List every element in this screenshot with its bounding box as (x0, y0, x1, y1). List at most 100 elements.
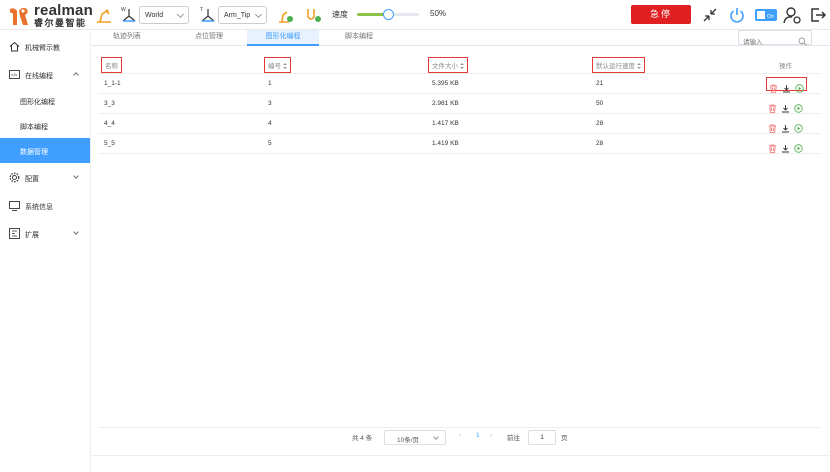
sidebar-item-script-programming[interactable]: 脚本编程 (0, 113, 90, 138)
pagination-total: 共 4 条 (352, 435, 373, 442)
tab-graphical-programming[interactable]: 图形化编程 (247, 30, 319, 46)
row-actions (766, 117, 805, 133)
sidebar-item-label: 图形化编程 (20, 99, 55, 106)
svg-text:T: T (200, 7, 203, 13)
row-actions (766, 97, 805, 113)
footer-divider (91, 455, 830, 456)
column-header-label: 编号 (268, 63, 281, 70)
table-row: 1_1-1 1 5.395 KB 21 (98, 74, 820, 94)
emergency-stop-button[interactable]: 急停 (631, 5, 691, 24)
search-box[interactable] (738, 30, 812, 49)
sidebar-item-label: 配置 (25, 176, 39, 183)
speed-value: 50% (430, 9, 447, 18)
play-icon[interactable] (794, 120, 803, 133)
user-settings-icon[interactable] (782, 5, 802, 25)
play-icon[interactable] (794, 140, 803, 153)
column-header-id[interactable]: 编号 (264, 57, 291, 73)
cell-id: 1 (268, 80, 272, 87)
logout-icon[interactable] (808, 5, 828, 25)
download-icon[interactable] (782, 80, 791, 92)
table-footer-divider (98, 427, 820, 428)
code-icon: </> (9, 69, 20, 80)
search-icon[interactable] (798, 33, 807, 46)
sidebar-item-system-info[interactable]: 系统信息 (0, 193, 90, 219)
mode-toggle[interactable]: On (754, 5, 778, 25)
home-icon (9, 41, 20, 52)
delete-icon[interactable] (768, 140, 777, 153)
tool-frame-icon: T (198, 5, 218, 25)
column-header-default-speed[interactable]: 默认运行速度 (592, 57, 645, 73)
sidebar-item-config[interactable]: 配置 (0, 165, 90, 191)
monitor-icon (9, 200, 20, 211)
download-icon[interactable] (781, 100, 790, 112)
cell-speed: 50 (596, 100, 604, 107)
speed-label: 速度 (332, 10, 348, 19)
speed-slider-handle[interactable] (383, 9, 394, 20)
tab-trajectory-list[interactable]: 轨迹列表 (91, 30, 163, 46)
goto-page-input[interactable]: 1 (528, 430, 556, 445)
next-page-icon[interactable]: › (490, 432, 492, 439)
delete-icon[interactable] (768, 120, 777, 133)
play-icon[interactable] (794, 100, 803, 113)
cell-file-size: 2.981 KB (432, 100, 459, 107)
chevron-down-icon (176, 10, 185, 19)
page-number-current[interactable]: 1 (476, 432, 480, 439)
cell-speed: 28 (596, 120, 604, 127)
sort-icon[interactable] (460, 63, 464, 70)
sidebar-item-arm-teach[interactable]: 机械臂示教 (0, 34, 90, 60)
collapse-icon[interactable] (700, 5, 720, 25)
play-icon[interactable] (795, 80, 804, 93)
search-input[interactable] (739, 36, 794, 49)
table-row: 4_4 4 1.417 KB 28 (98, 114, 820, 134)
tab-script-programming[interactable]: 脚本编程 (323, 30, 395, 46)
sidebar-item-extension[interactable]: 扩展 (0, 221, 90, 247)
table-row: 3_3 3 2.981 KB 50 (98, 94, 820, 114)
svg-text:</>: </> (11, 73, 18, 78)
delete-icon[interactable] (768, 100, 777, 113)
sidebar-item-label: 系统信息 (25, 204, 53, 211)
speed-slider[interactable] (357, 9, 419, 20)
chevron-down-icon (254, 10, 263, 19)
cell-file-size: 1.419 KB (432, 140, 459, 147)
sidebar-item-label: 脚本编程 (20, 124, 48, 131)
brand-name-cn: 睿尔曼智能 (34, 18, 87, 28)
row-actions (766, 137, 805, 153)
sidebar: 机械臂示教 </> 在线编程 图形化编程 脚本编程 数据管理 配置 系统信息 扩… (0, 30, 91, 472)
tab-bar: 轨迹列表 点位管理 图形化编程 脚本编程 (91, 30, 830, 46)
tab-point-management[interactable]: 点位管理 (173, 30, 245, 46)
extension-icon (9, 228, 20, 239)
cell-name: 4_4 (104, 120, 115, 127)
sidebar-item-label: 数据管理 (20, 149, 48, 156)
sidebar-item-online-programming[interactable]: </> 在线编程 (0, 62, 90, 88)
goto-label: 前往 (507, 435, 520, 442)
mode-toggle-label: On (767, 14, 774, 20)
column-header-name[interactable]: 名称 (101, 57, 122, 73)
svg-text:W: W (121, 7, 126, 13)
gripper-status-icon[interactable] (303, 5, 323, 25)
sidebar-item-graphical-programming[interactable]: 图形化编程 (0, 88, 90, 113)
chevron-down-icon (433, 434, 439, 440)
download-icon[interactable] (781, 120, 790, 132)
sort-icon[interactable] (283, 63, 287, 70)
teach-tool-icon[interactable] (94, 5, 114, 25)
column-header-file-size[interactable]: 文件大小 (428, 57, 468, 73)
coord-frame-value: World (145, 11, 164, 19)
column-header-label: 文件大小 (432, 63, 458, 70)
coord-frame-select[interactable]: World (139, 6, 189, 24)
delete-icon[interactable] (769, 80, 778, 93)
cell-id: 3 (268, 100, 272, 107)
sidebar-item-data-management[interactable]: 数据管理 (0, 138, 90, 163)
prev-page-icon[interactable]: ‹ (459, 432, 461, 439)
cell-file-size: 5.395 KB (432, 80, 459, 87)
cell-speed: 28 (596, 140, 604, 147)
download-icon[interactable] (781, 140, 790, 152)
robot-status-icon[interactable] (275, 5, 295, 25)
sidebar-item-label: 在线编程 (25, 73, 53, 80)
cell-name: 3_3 (104, 100, 115, 107)
world-frame-icon: W (119, 5, 139, 25)
power-icon[interactable] (727, 5, 747, 25)
cell-speed: 21 (596, 80, 604, 87)
sort-icon[interactable] (637, 63, 641, 70)
page-size-select[interactable]: 10条/页 (384, 430, 446, 445)
tool-frame-select[interactable]: Arm_Tip (218, 6, 267, 24)
